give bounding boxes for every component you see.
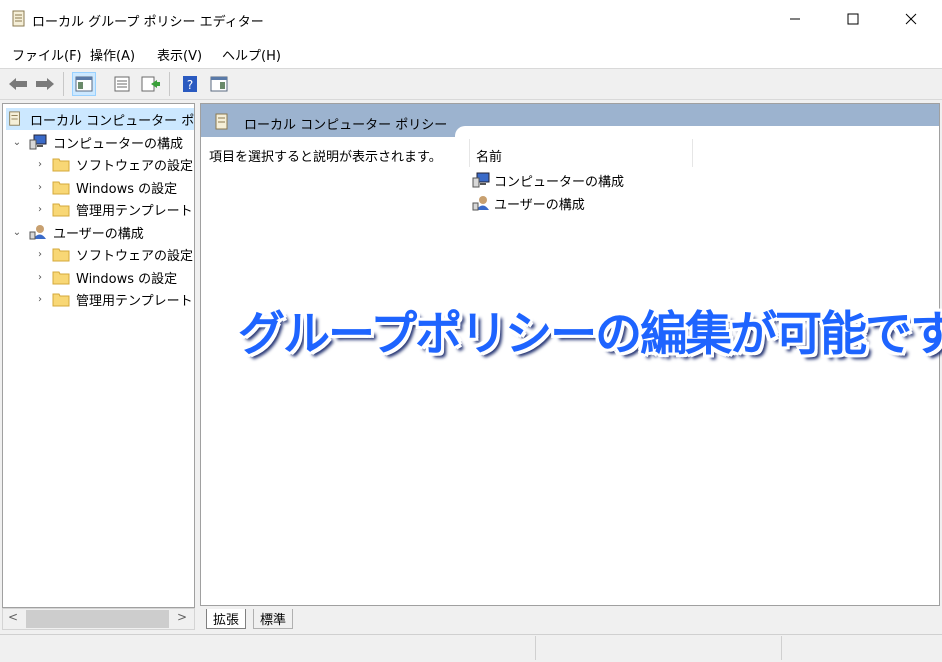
chevron-right-icon[interactable]: › <box>34 249 46 260</box>
folder-icon <box>52 248 70 262</box>
scroll-left-button[interactable]: < <box>8 610 18 624</box>
tree-item-computer-windows[interactable]: › Windows の設定 <box>34 176 177 198</box>
policy-scroll-icon <box>215 113 228 130</box>
folder-icon <box>52 271 70 285</box>
properties-icon <box>114 76 130 92</box>
minimize-icon <box>790 18 800 20</box>
menu-file[interactable]: ファイル(F) <box>12 45 82 64</box>
column-divider <box>469 139 470 167</box>
tree-item-label: ソフトウェアの設定 <box>76 158 194 174</box>
tree-item-user[interactable]: ⌄ ユーザーの構成 <box>11 221 144 243</box>
scroll-right-button[interactable]: > <box>177 610 187 624</box>
status-divider <box>781 636 782 660</box>
show-hide-tree-button[interactable] <box>72 72 96 96</box>
back-button[interactable] <box>6 72 30 96</box>
banner-tab-cutout <box>455 126 939 138</box>
show-action-pane-icon <box>210 76 228 92</box>
help-icon: ? <box>183 76 197 92</box>
tree-item-label: Windows の設定 <box>76 271 178 287</box>
chevron-right-icon[interactable]: › <box>34 159 46 170</box>
svg-text:?: ? <box>187 78 193 92</box>
toolbar-separator <box>169 72 170 96</box>
computer-icon <box>29 134 47 150</box>
policy-scroll-icon <box>9 111 20 126</box>
tab-extended[interactable]: 拡張 <box>206 609 247 629</box>
tree-item-label: ユーザーの構成 <box>53 226 144 242</box>
show-action-pane-button[interactable] <box>207 72 231 96</box>
tree-item-computer-admin-templates[interactable]: › 管理用テンプレート <box>34 198 193 220</box>
show-hide-tree-icon <box>75 76 93 92</box>
overlay-caption: グループポリシーの編集が可能です <box>238 307 942 362</box>
help-button[interactable]: ? <box>178 72 202 96</box>
tree-item-root[interactable]: ローカル コンピューター ポリシー <box>6 108 195 130</box>
folder-icon <box>52 158 70 172</box>
user-icon <box>472 196 489 211</box>
folder-icon <box>52 203 70 217</box>
tree-item-computer-software[interactable]: › ソフトウェアの設定 <box>34 153 193 175</box>
forward-button[interactable] <box>33 72 57 96</box>
minimize-button[interactable] <box>766 0 824 38</box>
menu-view[interactable]: 表示(V) <box>157 45 202 64</box>
close-icon <box>905 13 917 25</box>
tree-item-user-software[interactable]: › ソフトウェアの設定 <box>34 243 193 265</box>
chevron-right-icon[interactable]: › <box>34 204 46 215</box>
pane-banner-title: ローカル コンピューター ポリシー <box>244 118 448 133</box>
column-divider[interactable] <box>692 139 693 167</box>
chevron-down-icon[interactable]: ⌄ <box>11 137 23 148</box>
tree-item-computer[interactable]: ⌄ コンピューターの構成 <box>11 131 183 153</box>
forward-arrow-icon <box>36 78 54 90</box>
chevron-right-icon[interactable]: › <box>34 182 46 193</box>
export-list-button[interactable] <box>139 72 163 96</box>
status-divider <box>535 636 536 660</box>
chevron-right-icon[interactable]: › <box>34 294 46 305</box>
column-header-name[interactable]: 名前 <box>476 146 502 165</box>
folder-icon <box>52 181 70 195</box>
maximize-button[interactable] <box>824 0 882 38</box>
tree-item-label: Windows の設定 <box>76 181 178 197</box>
close-button[interactable] <box>882 0 940 38</box>
toolbar-separator <box>63 72 64 96</box>
tree-item-user-windows[interactable]: › Windows の設定 <box>34 266 177 288</box>
back-arrow-icon <box>9 78 27 90</box>
list-item-label: ユーザーの構成 <box>494 197 585 213</box>
status-bar <box>0 634 942 662</box>
scrollbar-thumb[interactable] <box>26 610 169 628</box>
tree-item-label: コンピューターの構成 <box>53 136 184 152</box>
tab-standard[interactable]: 標準 <box>253 609 294 629</box>
menu-help[interactable]: ヘルプ(H) <box>222 45 281 64</box>
tree-item-label: ソフトウェアの設定 <box>76 248 194 264</box>
tree-item-label: 管理用テンプレート <box>76 203 193 219</box>
tree-item-user-admin-templates[interactable]: › 管理用テンプレート <box>34 288 193 310</box>
properties-button[interactable] <box>110 72 134 96</box>
list-item-computer[interactable]: コンピューターの構成 <box>472 169 624 191</box>
list-item-label: コンピューターの構成 <box>494 174 625 190</box>
menu-bar <box>0 38 942 68</box>
export-list-icon <box>141 76 160 92</box>
list-item-user[interactable]: ユーザーの構成 <box>472 192 585 214</box>
folder-icon <box>52 293 70 307</box>
window-title: ローカル グループ ポリシー エディター <box>32 15 264 30</box>
user-icon <box>29 225 46 240</box>
computer-icon <box>472 172 490 188</box>
tree-item-label: ローカル コンピューター ポリシー <box>30 113 195 129</box>
chevron-right-icon[interactable]: › <box>34 272 46 283</box>
policy-scroll-icon <box>12 10 25 27</box>
console-tree: ローカル コンピューター ポリシー ⌄ コンピューターの構成 › ソフトウェアの… <box>2 103 195 608</box>
maximize-icon <box>847 13 859 25</box>
description-text: 項目を選択すると説明が表示されます。 <box>209 150 442 165</box>
menu-action[interactable]: 操作(A) <box>90 45 135 64</box>
tree-item-label: 管理用テンプレート <box>76 293 193 309</box>
chevron-down-icon[interactable]: ⌄ <box>11 227 23 238</box>
